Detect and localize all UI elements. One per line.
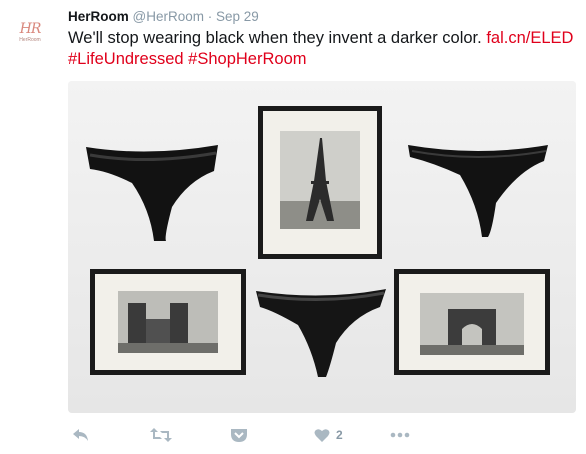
more-button[interactable] [390, 424, 410, 446]
header-separator: · [207, 9, 213, 24]
avatar-logo-text: HerRoom [19, 37, 41, 43]
reply-icon [73, 429, 88, 441]
tweet-photo[interactable] [68, 81, 576, 413]
pocket-icon [231, 429, 247, 442]
tweet-body: We'll stop wearing black when they inven… [68, 29, 482, 47]
more-icon [390, 432, 410, 438]
photo-illustration [68, 81, 576, 413]
author-name[interactable]: HerRoom [68, 9, 129, 24]
tweet-text: We'll stop wearing black when they inven… [68, 28, 578, 70]
avatar[interactable]: HR HerRoom [12, 18, 48, 54]
frame-arc-de-triomphe [394, 269, 550, 375]
reply-button[interactable] [72, 424, 90, 446]
tweet-header: HerRoom @HerRoom · Sep 29 [68, 9, 259, 24]
hashtag-shopherroom[interactable]: #ShopHerRoom [188, 50, 306, 68]
author-handle[interactable]: @HerRoom [133, 9, 204, 24]
retweet-button[interactable] [150, 424, 172, 446]
tweet-actions: 2 [68, 420, 568, 450]
tweet-link[interactable]: fal.cn/ELED [486, 29, 573, 47]
like-button[interactable]: 2 [314, 424, 343, 446]
like-count: 2 [336, 428, 343, 442]
tweet-date[interactable]: Sep 29 [216, 9, 259, 24]
frame-notre-dame [90, 269, 246, 375]
retweet-icon [150, 428, 172, 442]
avatar-logo-mark: HR [19, 21, 42, 37]
heart-icon [314, 428, 330, 442]
pocket-button[interactable] [230, 424, 248, 446]
frame-eiffel-tower [258, 106, 382, 259]
hashtag-lifeundressed[interactable]: #LifeUndressed [68, 50, 184, 68]
